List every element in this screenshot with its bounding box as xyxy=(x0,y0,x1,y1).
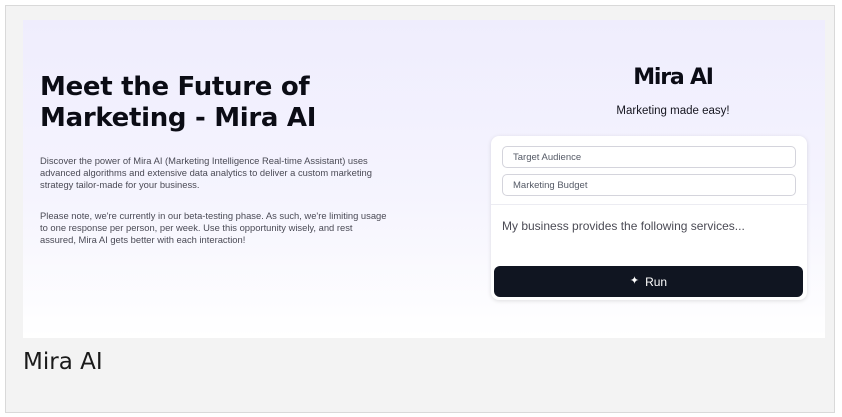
sparkle-icon: ✦ xyxy=(629,275,640,287)
target-audience-input[interactable] xyxy=(502,146,796,168)
app-caption: Mira AI xyxy=(23,349,103,375)
strategy-form-card: ✦ Run xyxy=(491,136,807,300)
marketing-budget-input[interactable] xyxy=(502,174,796,196)
beta-note: Please note, we're currently in our beta… xyxy=(40,210,387,245)
hero-title: Meet the Future of Marketing - Mira AI xyxy=(40,72,317,133)
services-textarea[interactable] xyxy=(491,204,807,260)
run-button-label: Run xyxy=(645,274,668,289)
brand-tagline: Marketing made easy! xyxy=(616,105,730,117)
hero-section: Meet the Future of Marketing - Mira AI D… xyxy=(23,20,825,338)
preview-frame: Meet the Future of Marketing - Mira AI D… xyxy=(5,5,835,413)
hero-description: Discover the power of Mira AI (Marketing… xyxy=(40,155,372,190)
brand-logo: Mira AI xyxy=(633,65,714,90)
run-button[interactable]: ✦ Run xyxy=(494,266,803,297)
